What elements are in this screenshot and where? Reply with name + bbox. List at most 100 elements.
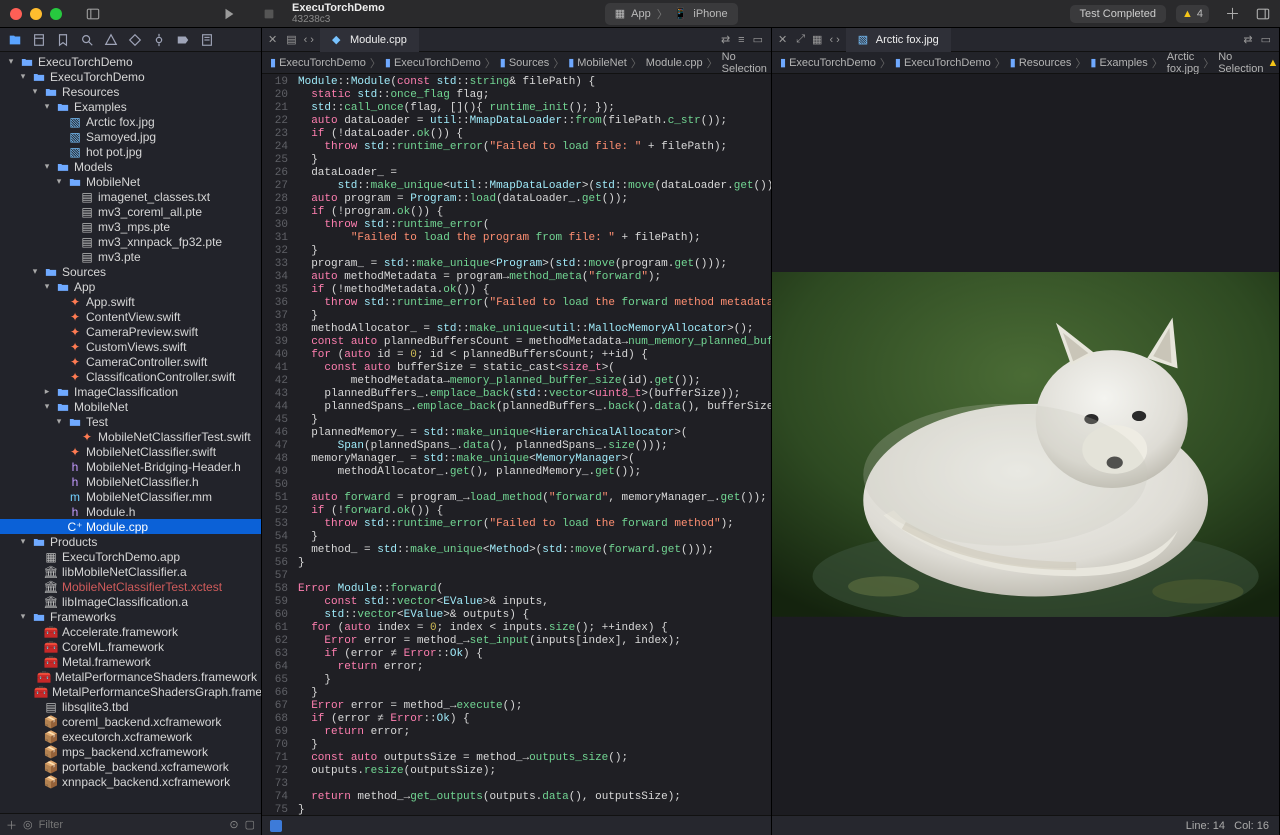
jumpbar-segment[interactable]: No Selection xyxy=(722,51,767,75)
tree-row[interactable]: C⁺Module.cpp xyxy=(0,519,261,534)
tree-row[interactable]: ▤imagenet_classes.txt xyxy=(0,189,261,204)
stop-icon[interactable] xyxy=(256,7,282,21)
tree-row[interactable]: 📦mps_backend.xcframework xyxy=(0,744,261,759)
jumpbar-segment[interactable]: ▮ExecuTorchDemo xyxy=(780,56,876,69)
filter-scope-icon[interactable]: ◎ xyxy=(23,818,33,831)
editor-options-icon[interactable]: ▭ xyxy=(1261,33,1271,46)
report-navigator-icon[interactable] xyxy=(200,33,214,47)
tree-row[interactable]: ▾Test xyxy=(0,414,261,429)
scheme-selector[interactable]: ▦ App 〉 📱 iPhone xyxy=(605,3,738,25)
jumpbar-segment[interactable]: ▮Examples xyxy=(1090,56,1147,69)
tree-row[interactable]: ▾MobileNet xyxy=(0,399,261,414)
debug-navigator-icon[interactable] xyxy=(152,33,166,47)
bookmark-navigator-icon[interactable] xyxy=(56,33,70,47)
jumpbar-segment[interactable]: ▮Resources xyxy=(1010,56,1072,69)
grid-icon[interactable]: ▦ xyxy=(812,33,822,46)
back-icon[interactable]: ‹ xyxy=(304,34,308,46)
add-file-icon[interactable]: ＋ xyxy=(6,817,17,833)
close-tab-icon[interactable]: ✕ xyxy=(778,33,787,46)
tree-row[interactable]: mMobileNetClassifier.mm xyxy=(0,489,261,504)
jumpbar-segment[interactable]: ▮MobileNet xyxy=(568,56,627,69)
debug-toggle-icon[interactable] xyxy=(270,820,282,832)
tree-row[interactable]: 📦coreml_backend.xcframework xyxy=(0,714,261,729)
toggle-navigator-icon[interactable] xyxy=(80,7,106,21)
forward-icon[interactable]: › xyxy=(310,34,314,46)
test-navigator-icon[interactable] xyxy=(128,33,142,47)
close-window-icon[interactable] xyxy=(10,8,22,20)
tree-row[interactable]: ▾Products xyxy=(0,534,261,549)
tree-row[interactable]: ✦MobileNetClassifier.swift xyxy=(0,444,261,459)
forward-icon[interactable]: › xyxy=(836,34,840,46)
tree-row[interactable]: 🧰CoreML.framework xyxy=(0,639,261,654)
tree-row[interactable]: ▤mv3_xnnpack_fp32.pte xyxy=(0,234,261,249)
jumpbar-segment[interactable]: ▮Sources xyxy=(500,56,549,69)
minimize-window-icon[interactable] xyxy=(30,8,42,20)
tree-row[interactable]: ▾Sources xyxy=(0,264,261,279)
close-tab-icon[interactable]: ✕ xyxy=(268,33,277,46)
tree-row[interactable]: 🧰MetalPerformanceShadersGraph.framework xyxy=(0,684,261,699)
tree-row[interactable]: ▾App xyxy=(0,279,261,294)
tree-row[interactable]: ▧Arctic fox.jpg xyxy=(0,114,261,129)
warning-icon[interactable]: ▲ xyxy=(1267,57,1278,69)
source-text[interactable]: Module::Module(const std::string& filePa… xyxy=(294,74,771,815)
jumpbar-segment[interactable]: ▮ExecuTorchDemo xyxy=(385,56,481,69)
file-tree[interactable]: ▾ExecuTorchDemo▾ExecuTorchDemo▾Resources… xyxy=(0,52,261,813)
image-viewer[interactable] xyxy=(772,74,1279,815)
library-icon[interactable] xyxy=(1256,7,1270,21)
tree-row[interactable]: hMobileNetClassifier.h xyxy=(0,474,261,489)
breakpoint-navigator-icon[interactable] xyxy=(176,33,190,47)
tree-row[interactable]: ✦CustomViews.swift xyxy=(0,339,261,354)
tree-row[interactable]: 🏛libImageClassification.a xyxy=(0,594,261,609)
tree-row[interactable]: ✦ContentView.swift xyxy=(0,309,261,324)
tree-row[interactable]: ▾Frameworks xyxy=(0,609,261,624)
swap-editor-icon[interactable]: ⇄ xyxy=(721,33,730,46)
editor-tab[interactable]: ◆ Module.cpp xyxy=(320,28,419,52)
related-items-icon[interactable]: ▤ xyxy=(286,33,296,46)
add-editor-icon[interactable]: ＋ xyxy=(1219,3,1246,24)
tree-row[interactable]: ✦MobileNetClassifierTest.swift xyxy=(0,429,261,444)
run-icon[interactable] xyxy=(216,7,242,21)
tree-row[interactable]: ✦CameraController.swift xyxy=(0,354,261,369)
minimap-icon[interactable]: ≡ xyxy=(738,34,744,46)
find-navigator-icon[interactable] xyxy=(80,33,94,47)
tree-row[interactable]: 📦xnnpack_backend.xcframework xyxy=(0,774,261,789)
filter-input[interactable] xyxy=(39,819,224,831)
tree-row[interactable]: ▤mv3_coreml_all.pte xyxy=(0,204,261,219)
scm-filter-icon[interactable]: ▢ xyxy=(245,818,255,831)
source-control-navigator-icon[interactable] xyxy=(32,33,46,47)
tree-row[interactable]: ▤libsqlite3.tbd xyxy=(0,699,261,714)
recent-filter-icon[interactable]: ⊙ xyxy=(229,818,238,831)
jumpbar-segment[interactable]: ▮ExecuTorchDemo xyxy=(270,56,366,69)
tree-row[interactable]: ▸ImageClassification xyxy=(0,384,261,399)
tree-row[interactable]: ▤mv3_mps.pte xyxy=(0,219,261,234)
tree-row[interactable]: ▦ExecuTorchDemo.app xyxy=(0,549,261,564)
tree-row[interactable]: 🧰Metal.framework xyxy=(0,654,261,669)
tree-row[interactable]: ▾ExecuTorchDemo xyxy=(0,69,261,84)
tree-row[interactable]: ▾Examples xyxy=(0,99,261,114)
tree-row[interactable]: hModule.h xyxy=(0,504,261,519)
tree-row[interactable]: 🧰Accelerate.framework xyxy=(0,624,261,639)
jumpbar-left[interactable]: ▮ExecuTorchDemo〉▮ExecuTorchDemo〉▮Sources… xyxy=(262,52,771,74)
issues-indicator[interactable]: ▲ 4 xyxy=(1176,5,1209,23)
issue-navigator-icon[interactable] xyxy=(104,33,118,47)
tree-row[interactable]: ▧Samoyed.jpg xyxy=(0,129,261,144)
build-status[interactable]: Test Completed xyxy=(1070,5,1166,23)
tree-row[interactable]: ▾Resources xyxy=(0,84,261,99)
tree-row[interactable]: 🏛libMobileNetClassifier.a xyxy=(0,564,261,579)
tree-row[interactable]: 📦portable_backend.xcframework xyxy=(0,759,261,774)
tree-row[interactable]: 🏛MobileNetClassifierTest.xctest xyxy=(0,579,261,594)
back-icon[interactable]: ‹ xyxy=(829,34,833,46)
jumpbar-segment[interactable]: Arctic fox.jpg xyxy=(1167,51,1199,75)
related-items-icon[interactable]: ⤢ xyxy=(796,33,805,46)
tree-row[interactable]: ▧hot pot.jpg xyxy=(0,144,261,159)
tree-row[interactable]: ▾ExecuTorchDemo xyxy=(0,54,261,69)
tree-row[interactable]: ▾MobileNet xyxy=(0,174,261,189)
editor-options-icon[interactable]: ▭ xyxy=(753,33,763,46)
jumpbar-right[interactable]: ▮ExecuTorchDemo〉▮ExecuTorchDemo〉▮Resourc… xyxy=(772,52,1279,74)
tree-row[interactable]: ▾Models xyxy=(0,159,261,174)
project-navigator-icon[interactable] xyxy=(8,33,22,47)
tree-row[interactable]: ✦App.swift xyxy=(0,294,261,309)
zoom-window-icon[interactable] xyxy=(50,8,62,20)
tree-row[interactable]: ✦CameraPreview.swift xyxy=(0,324,261,339)
tree-row[interactable]: hMobileNet-Bridging-Header.h xyxy=(0,459,261,474)
